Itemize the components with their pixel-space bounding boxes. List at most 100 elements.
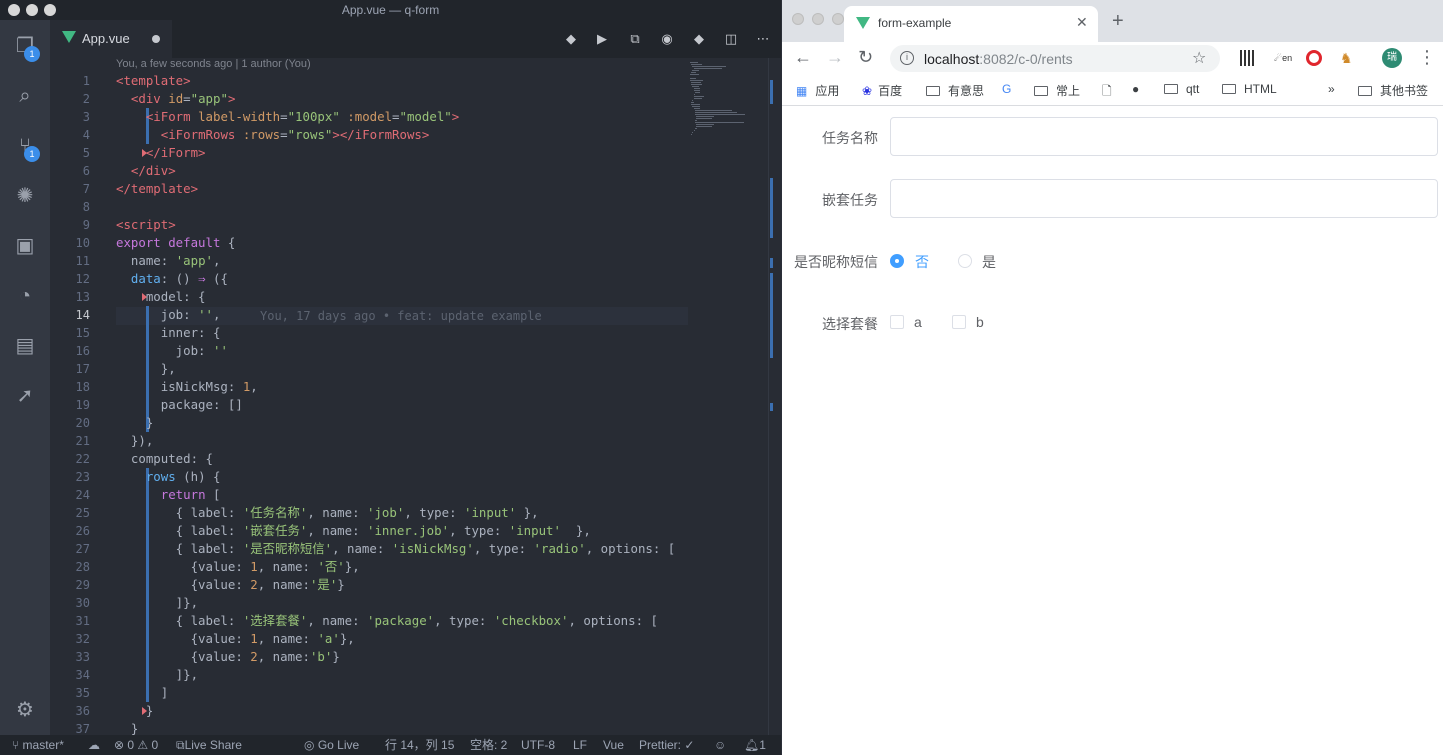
close-window-button[interactable] <box>792 13 804 25</box>
other-bookmarks-folder[interactable]: 其他书签 <box>1358 82 1428 99</box>
code-line[interactable]: } <box>116 414 153 432</box>
radio-option-yes[interactable] <box>958 254 972 268</box>
language-mode[interactable]: Vue <box>603 738 624 752</box>
code-line[interactable]: job: '' <box>116 342 228 360</box>
bookmark-folder-youyisi[interactable]: 有意思 <box>926 82 984 99</box>
page-bookmark-icon[interactable]: 🗋︎ <box>1102 82 1112 103</box>
tab-form-example[interactable]: form-example ✕ <box>844 6 1098 42</box>
line-number[interactable]: 12 <box>50 270 90 288</box>
code-line[interactable]: isNickMsg: 1, <box>116 378 258 396</box>
close-window-button[interactable] <box>8 4 20 16</box>
sync-icon[interactable]: ☁ <box>88 738 100 752</box>
extensions-icon[interactable]: ▣ <box>11 232 39 260</box>
checkbox-option-b-label[interactable]: b <box>976 314 984 330</box>
branch-indicator[interactable]: ⑂ master* <box>12 738 64 752</box>
line-number[interactable]: 20 <box>50 414 90 432</box>
qr-code-extension-icon[interactable] <box>1240 50 1256 66</box>
code-line[interactable]: <iFormRows :rows="rows"></iFormRows> <box>116 126 430 144</box>
chrome-menu-icon[interactable]: ⋮ <box>1418 47 1436 67</box>
line-number[interactable]: 34 <box>50 666 90 684</box>
code-line[interactable]: rows (h) { <box>116 468 221 486</box>
line-number[interactable]: 5 <box>50 144 90 162</box>
line-number[interactable]: 28 <box>50 558 90 576</box>
radio-option-no-label[interactable]: 否 <box>915 252 929 272</box>
code-line[interactable]: <script> <box>116 216 176 234</box>
live-share-button[interactable]: ⧉Live Share <box>176 738 242 752</box>
cursor-position[interactable]: 行 14，列 15 <box>385 738 454 752</box>
line-number[interactable]: 8 <box>50 198 90 216</box>
forward-button[interactable]: → <box>826 47 844 67</box>
opera-extension-icon[interactable] <box>1306 50 1322 66</box>
code-line[interactable]: return [ <box>116 486 221 504</box>
go-live-button[interactable]: ◎ Go Live <box>304 738 359 752</box>
code-line[interactable]: ]}, <box>116 594 198 612</box>
line-number[interactable]: 16 <box>50 342 90 360</box>
translate-extension-icon[interactable]: ☄en <box>1274 50 1292 66</box>
fox-extension-icon[interactable]: ♞ <box>1340 50 1356 66</box>
unsaved-dot-icon[interactable] <box>152 35 160 43</box>
code-line[interactable]: {value: 1, name: '否'}, <box>116 558 360 576</box>
feedback-smiley-icon[interactable]: ☺ <box>714 738 726 752</box>
line-number[interactable]: 18 <box>50 378 90 396</box>
line-number[interactable]: 1 <box>50 72 90 90</box>
github-bookmark-icon[interactable]: ● <box>1132 82 1139 96</box>
line-number[interactable]: 15 <box>50 324 90 342</box>
minimap[interactable] <box>686 58 768 168</box>
encoding[interactable]: UTF-8 <box>521 738 555 752</box>
indentation[interactable]: 空格: 2 <box>470 738 507 752</box>
code-line[interactable]: job: '', <box>116 306 221 324</box>
settings-gear-icon[interactable]: ⚙ <box>11 696 39 724</box>
search-icon[interactable]: ⌕ <box>11 82 39 110</box>
code-line[interactable]: {value: 1, name: 'a'}, <box>116 630 355 648</box>
run-icon[interactable]: ▶ <box>593 30 611 48</box>
code-line[interactable]: }, <box>116 360 176 378</box>
bookmark-folder-changshang[interactable]: 常上 <box>1034 82 1080 99</box>
minimize-window-button[interactable] <box>26 4 38 16</box>
git-history-icon[interactable]: ◔ <box>11 282 39 310</box>
code-line[interactable]: <iForm label-width="100px" :model="model… <box>116 108 459 126</box>
git-lens-icon[interactable]: ◆ <box>690 30 708 48</box>
code-line[interactable]: <template> <box>116 72 191 90</box>
line-number[interactable]: 35 <box>50 684 90 702</box>
code-line[interactable]: ]}, <box>116 666 198 684</box>
bookmarks-overflow-icon[interactable]: » <box>1328 82 1335 96</box>
line-number[interactable]: 2 <box>50 90 90 108</box>
radio-option-yes-label[interactable]: 是 <box>982 252 996 272</box>
reload-button[interactable]: ↻ <box>858 47 873 67</box>
code-line[interactable]: model: { <box>116 288 206 306</box>
code-line[interactable]: data: () ⇒ ({ <box>116 270 228 288</box>
code-line[interactable]: inner: { <box>116 324 221 342</box>
line-number[interactable]: 22 <box>50 450 90 468</box>
url-text[interactable]: localhost:8082/c-0/rents <box>924 51 1073 67</box>
close-tab-icon[interactable]: ✕ <box>1076 14 1088 31</box>
back-button[interactable]: ← <box>794 47 812 67</box>
line-number[interactable]: 3 <box>50 108 90 126</box>
maximize-window-button[interactable] <box>832 13 844 25</box>
line-number[interactable]: 32 <box>50 630 90 648</box>
problems-indicator[interactable]: ⊗ 0 ⚠ 0 <box>114 738 158 752</box>
line-number[interactable]: 11 <box>50 252 90 270</box>
line-number[interactable]: 36 <box>50 702 90 720</box>
line-number[interactable]: 14 <box>50 306 90 324</box>
bookmark-folder-qtt[interactable]: qtt <box>1164 82 1199 96</box>
bookmark-star-icon[interactable]: ☆ <box>1192 48 1206 68</box>
maximize-window-button[interactable] <box>44 4 56 16</box>
code-line[interactable]: </template> <box>116 180 198 198</box>
line-number[interactable]: 23 <box>50 468 90 486</box>
code-line[interactable]: {value: 2, name:'是'} <box>116 576 345 594</box>
bookmark-apps[interactable]: ▦ 应用 <box>796 82 839 99</box>
tab-app-vue[interactable]: App.vue <box>50 20 172 58</box>
code-line[interactable]: computed: { <box>116 450 213 468</box>
google-translate-bookmark-icon[interactable]: G <box>1002 82 1011 96</box>
code-line[interactable]: {value: 2, name:'b'} <box>116 648 340 666</box>
code-line[interactable]: export default { <box>116 234 235 252</box>
editor-scrollbar[interactable] <box>768 58 781 735</box>
line-number[interactable]: 10 <box>50 234 90 252</box>
radio-option-no[interactable] <box>890 254 904 268</box>
open-preview-icon[interactable]: ⧉ <box>626 30 644 48</box>
code-line[interactable]: { label: '选择套餐', name: 'package', type: … <box>116 612 658 630</box>
code-line[interactable]: { label: '是否昵称短信', name: 'isNickMsg', ty… <box>116 540 676 558</box>
inner-job-input[interactable] <box>890 179 1438 218</box>
line-number[interactable]: 9 <box>50 216 90 234</box>
line-number[interactable]: 26 <box>50 522 90 540</box>
